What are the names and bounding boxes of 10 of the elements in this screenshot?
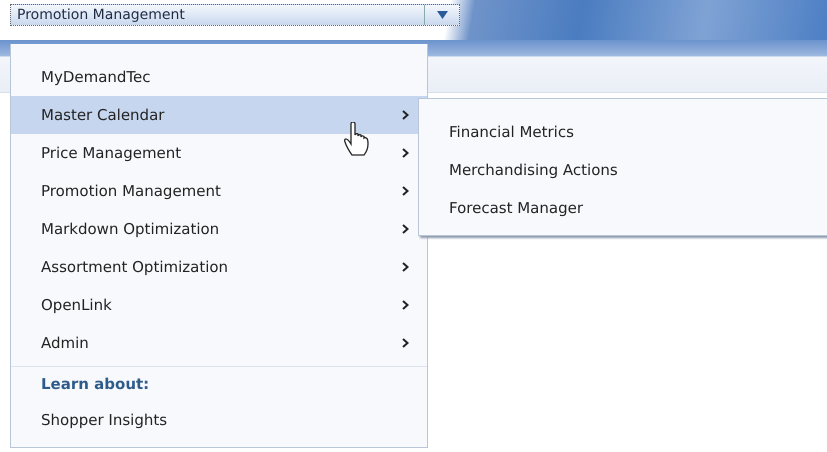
- menu-item[interactable]: Master Calendar: [11, 96, 427, 134]
- menu-item[interactable]: OpenLink: [11, 286, 427, 324]
- hand-cursor-icon: [344, 122, 370, 156]
- menu-item[interactable]: Shopper Insights: [11, 401, 427, 439]
- menu-item[interactable]: MyDemandTec: [11, 58, 427, 96]
- section-heading: Learn about:: [40, 374, 150, 395]
- menu-item[interactable]: Assortment Optimization: [11, 248, 427, 286]
- module-dropdown[interactable]: Promotion Management: [10, 4, 460, 26]
- caret-icon: [436, 11, 448, 19]
- menu-item[interactable]: Admin: [11, 324, 427, 362]
